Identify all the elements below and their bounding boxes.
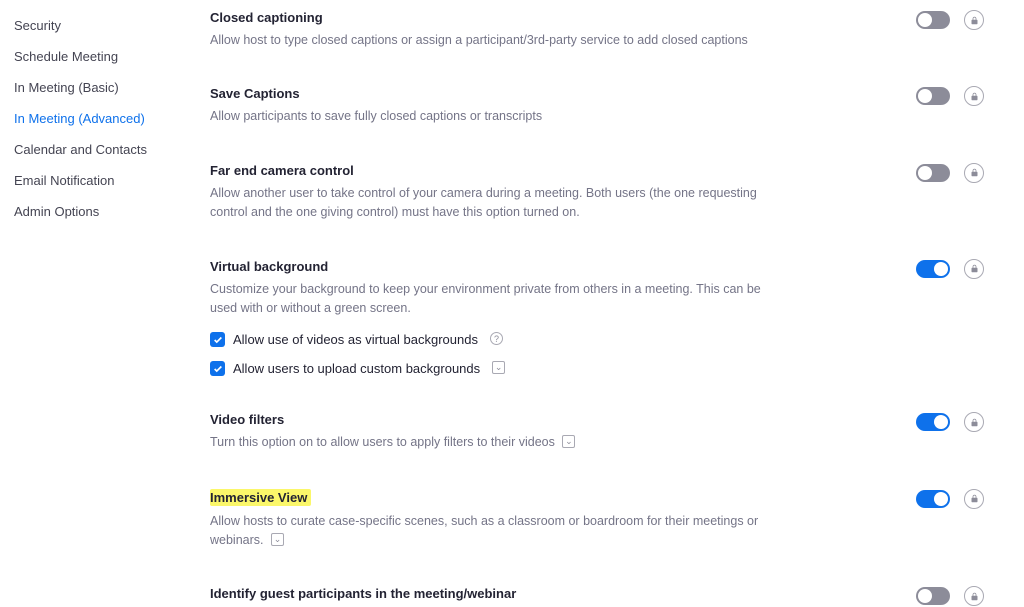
info-icon[interactable]: ⌄ — [562, 435, 575, 448]
info-icon[interactable]: ⌄ — [271, 533, 284, 546]
toggle-save-captions[interactable] — [916, 87, 950, 105]
sidebar-item-security[interactable]: Security — [14, 10, 180, 41]
setting-identify-guests: Identify guest participants in the meeti… — [210, 586, 994, 607]
setting-title: Save Captions — [210, 86, 770, 101]
toggle-virtual-background[interactable] — [916, 260, 950, 278]
toggle-immersive-view[interactable] — [916, 490, 950, 508]
toggle-video-filters[interactable] — [916, 413, 950, 431]
sidebar-item-in-meeting-advanced[interactable]: In Meeting (Advanced) — [14, 103, 180, 134]
setting-closed-captioning: Closed captioning Allow host to type clo… — [210, 10, 994, 50]
sidebar-item-email-notification[interactable]: Email Notification — [14, 165, 180, 196]
lock-icon[interactable] — [964, 10, 984, 30]
setting-title: Closed captioning — [210, 10, 770, 25]
setting-immersive-view: Immersive View Allow hosts to curate cas… — [210, 489, 994, 551]
setting-desc: Allow another user to take control of yo… — [210, 184, 770, 223]
lock-icon[interactable] — [964, 412, 984, 432]
setting-title: Identify guest participants in the meeti… — [210, 586, 770, 601]
toggle-far-end-camera[interactable] — [916, 164, 950, 182]
setting-desc: Allow participants to save fully closed … — [210, 107, 770, 126]
info-icon[interactable]: ⌄ — [492, 361, 505, 374]
setting-title: Virtual background — [210, 259, 770, 274]
setting-video-filters: Video filters Turn this option on to all… — [210, 412, 994, 452]
toggle-closed-captioning[interactable] — [916, 11, 950, 29]
checkbox-row-videos: Allow use of videos as virtual backgroun… — [210, 332, 770, 347]
sidebar-item-calendar-contacts[interactable]: Calendar and Contacts — [14, 134, 180, 165]
help-icon[interactable]: ? — [490, 332, 503, 345]
toggle-identify-guests[interactable] — [916, 587, 950, 605]
setting-desc: Turn this option on to allow users to ap… — [210, 433, 770, 452]
sidebar-item-in-meeting-basic[interactable]: In Meeting (Basic) — [14, 72, 180, 103]
main-content: Closed captioning Allow host to type clo… — [180, 0, 1024, 607]
checkbox-row-upload: Allow users to upload custom backgrounds… — [210, 361, 770, 376]
checkbox-allow-videos[interactable] — [210, 332, 225, 347]
sidebar-item-admin-options[interactable]: Admin Options — [14, 196, 180, 227]
lock-icon[interactable] — [964, 489, 984, 509]
setting-save-captions: Save Captions Allow participants to save… — [210, 86, 994, 126]
lock-icon[interactable] — [964, 86, 984, 106]
setting-desc: Allow hosts to curate case-specific scen… — [210, 512, 770, 551]
lock-icon[interactable] — [964, 586, 984, 606]
setting-virtual-background: Virtual background Customize your backgr… — [210, 259, 994, 377]
checkbox-allow-upload[interactable] — [210, 361, 225, 376]
checkbox-label: Allow use of videos as virtual backgroun… — [233, 332, 478, 347]
sidebar-item-schedule-meeting[interactable]: Schedule Meeting — [14, 41, 180, 72]
setting-title: Video filters — [210, 412, 770, 427]
setting-title: Far end camera control — [210, 163, 770, 178]
setting-desc: Customize your background to keep your e… — [210, 280, 770, 319]
lock-icon[interactable] — [964, 259, 984, 279]
setting-desc: Allow host to type closed captions or as… — [210, 31, 770, 50]
setting-title: Immersive View — [210, 489, 311, 506]
sidebar: Security Schedule Meeting In Meeting (Ba… — [0, 0, 180, 607]
setting-far-end-camera: Far end camera control Allow another use… — [210, 163, 994, 223]
lock-icon[interactable] — [964, 163, 984, 183]
checkbox-label: Allow users to upload custom backgrounds — [233, 361, 480, 376]
